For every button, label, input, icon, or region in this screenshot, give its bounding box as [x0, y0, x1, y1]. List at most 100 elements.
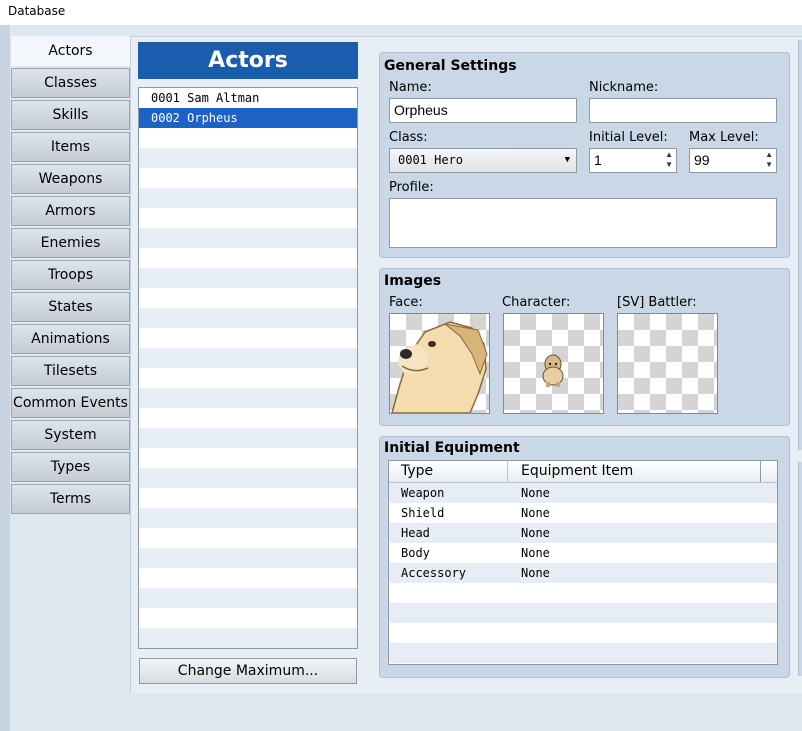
general-settings-title: General Settings — [384, 58, 517, 74]
change-maximum-button[interactable]: Change Maximum... — [139, 658, 357, 684]
profile-field[interactable] — [389, 198, 777, 248]
tab-weapons[interactable]: Weapons — [11, 164, 130, 194]
empty-row[interactable] — [139, 128, 357, 148]
empty-row[interactable] — [139, 348, 357, 368]
adjacent-panel-edge — [798, 40, 802, 450]
profile-label: Profile: — [389, 180, 434, 195]
nickname-field[interactable] — [589, 98, 777, 123]
empty-row[interactable] — [139, 608, 357, 628]
table-row[interactable]: Weapon None — [389, 483, 777, 503]
equip-item: None — [521, 546, 550, 560]
max-level-stepper[interactable]: 99 ▲ ▼ — [689, 148, 777, 173]
character-label: Character: — [502, 295, 571, 310]
battler-label: [SV] Battler: — [617, 295, 697, 310]
dog-sprite-icon — [542, 354, 564, 387]
class-label: Class: — [389, 130, 428, 145]
initial-level-value: 1 — [594, 152, 602, 168]
empty-row — [389, 623, 777, 643]
max-level-value: 99 — [694, 152, 710, 168]
empty-row[interactable] — [139, 528, 357, 548]
tab-states[interactable]: States — [11, 292, 130, 322]
initial-level-stepper[interactable]: 1 ▲ ▼ — [589, 148, 677, 173]
empty-row[interactable] — [139, 448, 357, 468]
equipment-table[interactable]: Type Equipment Item Weapon None Shield N… — [388, 460, 778, 665]
empty-row[interactable] — [139, 288, 357, 308]
column-header-item[interactable]: Equipment Item — [521, 461, 633, 482]
sv-battler-image[interactable] — [617, 313, 718, 414]
list-item[interactable]: 0001 Sam Altman — [139, 88, 357, 108]
tab-list: Actors Classes Skills Items Weapons Armo… — [11, 36, 130, 516]
chevron-down-icon: ▼ — [564, 155, 570, 165]
empty-row[interactable] — [139, 188, 357, 208]
empty-row[interactable] — [139, 428, 357, 448]
equip-item: None — [521, 486, 550, 500]
spin-arrows-icon[interactable]: ▲ ▼ — [665, 150, 673, 170]
name-label: Name: — [389, 80, 432, 95]
empty-row[interactable] — [139, 208, 357, 228]
equip-type: Body — [401, 546, 430, 560]
column-divider — [507, 461, 508, 482]
class-select[interactable]: 0001 Hero ▼ — [389, 148, 577, 173]
empty-row[interactable] — [139, 168, 357, 188]
list-item-selected[interactable]: 0002 Orpheus — [139, 108, 357, 128]
equip-type: Accessory — [401, 566, 467, 580]
empty-row[interactable] — [139, 308, 357, 328]
empty-row[interactable] — [139, 568, 357, 588]
empty-row — [389, 603, 777, 623]
empty-row[interactable] — [139, 488, 357, 508]
max-level-label: Max Level: — [689, 130, 759, 145]
equip-type: Shield — [401, 506, 445, 520]
tab-tilesets[interactable]: Tilesets — [11, 356, 130, 386]
tab-animations[interactable]: Animations — [11, 324, 130, 354]
empty-row — [389, 583, 777, 603]
initial-level-label: Initial Level: — [589, 130, 668, 145]
tab-common-events[interactable]: Common Events — [11, 388, 130, 418]
name-field[interactable]: Orpheus — [389, 98, 577, 123]
tab-skills[interactable]: Skills — [11, 100, 130, 130]
face-label: Face: — [389, 295, 423, 310]
tab-troops[interactable]: Troops — [11, 260, 130, 290]
tab-enemies[interactable]: Enemies — [11, 228, 130, 258]
empty-row[interactable] — [139, 408, 357, 428]
empty-row[interactable] — [139, 508, 357, 528]
nickname-label: Nickname: — [589, 80, 659, 95]
tab-classes[interactable]: Classes — [11, 68, 130, 98]
tab-actors[interactable]: Actors — [11, 36, 130, 66]
tab-system[interactable]: System — [11, 420, 130, 450]
table-row[interactable]: Shield None — [389, 503, 777, 523]
tab-items[interactable]: Items — [11, 132, 130, 162]
tab-terms[interactable]: Terms — [11, 484, 130, 514]
empty-row — [389, 643, 777, 663]
empty-row[interactable] — [139, 548, 357, 568]
character-image[interactable] — [503, 313, 604, 414]
empty-row[interactable] — [139, 328, 357, 348]
table-row[interactable]: Body None — [389, 543, 777, 563]
title-bar: Database — [0, 0, 802, 25]
empty-row[interactable] — [139, 588, 357, 608]
column-header-type[interactable]: Type — [401, 461, 433, 482]
actors-list-header: Actors — [138, 42, 358, 79]
tab-armors[interactable]: Armors — [11, 196, 130, 226]
equip-item: None — [521, 526, 550, 540]
window-title: Database — [8, 4, 66, 18]
empty-row[interactable] — [139, 148, 357, 168]
table-row[interactable]: Accessory None — [389, 563, 777, 583]
empty-row[interactable] — [139, 268, 357, 288]
equipment-rows: Weapon None Shield None Head None Body N… — [389, 483, 777, 663]
table-row[interactable]: Head None — [389, 523, 777, 543]
empty-row[interactable] — [139, 368, 357, 388]
column-divider — [760, 461, 761, 482]
empty-row[interactable] — [139, 468, 357, 488]
images-title: Images — [384, 273, 442, 289]
equipment-title: Initial Equipment — [384, 440, 520, 456]
equip-item: None — [521, 566, 550, 580]
face-image[interactable] — [389, 313, 490, 414]
actors-list[interactable]: 0001 Sam Altman 0002 Orpheus — [138, 87, 358, 649]
empty-row[interactable] — [139, 388, 357, 408]
tab-types[interactable]: Types — [11, 452, 130, 482]
empty-row[interactable] — [139, 248, 357, 268]
empty-row[interactable] — [139, 628, 357, 648]
spin-arrows-icon[interactable]: ▲ ▼ — [765, 150, 773, 170]
equip-type: Head — [401, 526, 430, 540]
empty-row[interactable] — [139, 228, 357, 248]
